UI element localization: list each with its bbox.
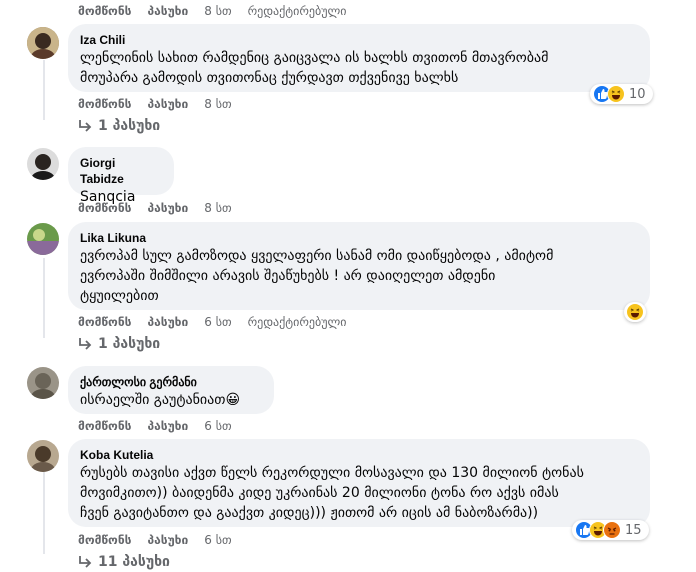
edited-label: რედაქტირებული — [247, 315, 347, 329]
reply-link[interactable]: პასუხი — [147, 533, 188, 547]
avatar[interactable] — [27, 223, 59, 255]
thread-line — [43, 60, 45, 120]
comment-text: ლენლინის სახით რამდენიც გაიცვალა ის ხალხ… — [80, 50, 549, 86]
reply-arrow-icon — [79, 556, 92, 568]
replies-count: 11 პასუხი — [98, 554, 170, 570]
like-link[interactable]: მომწონს — [78, 201, 131, 215]
edited-label: რედაქტირებული — [247, 4, 347, 18]
avatar[interactable] — [27, 440, 59, 472]
timestamp[interactable]: 6 სთ — [204, 419, 231, 433]
timestamp[interactable]: 6 სთ — [204, 533, 231, 547]
timestamp[interactable]: 6 სთ — [204, 315, 231, 329]
comment-actions: მომწონს პასუხი 6 სთ — [78, 419, 248, 433]
comment-actions: მომწონს პასუხი 6 სთ რედაქტირებული — [78, 315, 362, 329]
view-replies-link[interactable]: 1 პასუხი — [78, 336, 160, 352]
reply-link[interactable]: პასუხი — [147, 4, 188, 18]
comment-author[interactable]: ქართლოსი გერმანი — [80, 374, 262, 390]
haha-reaction-icon — [626, 303, 644, 321]
like-link[interactable]: მომწონს — [78, 533, 131, 547]
comment-actions: მომწონს პასუხი 8 სთ — [78, 201, 248, 215]
timestamp[interactable]: 8 სთ — [204, 4, 231, 18]
avatar[interactable] — [27, 27, 59, 59]
comment-bubble: Koba Kutelia რუსებს თავისი აქვთ წელს რეკ… — [68, 439, 650, 527]
replies-count: 1 პასუხი — [98, 118, 161, 134]
reply-arrow-icon — [79, 120, 92, 132]
timestamp[interactable]: 8 სთ — [204, 97, 231, 111]
reply-link[interactable]: პასუხი — [147, 315, 188, 329]
like-link[interactable]: მომწონს — [78, 419, 131, 433]
avatar[interactable] — [27, 148, 59, 180]
reply-link[interactable]: პასუხი — [147, 201, 188, 215]
comment-text: ისრაელში გაუტანიათ😀 — [80, 392, 241, 408]
thread-line — [43, 472, 45, 554]
comment-author[interactable]: Giorgi Tabidze — [80, 155, 162, 187]
haha-reaction-icon — [607, 85, 625, 103]
reaction-summary[interactable] — [624, 302, 646, 322]
comment-author[interactable]: Iza Chili — [80, 32, 638, 48]
reaction-summary[interactable]: 15 — [572, 520, 649, 540]
reaction-count: 15 — [625, 522, 642, 538]
thread-line — [43, 258, 45, 338]
timestamp[interactable]: 8 სთ — [204, 201, 231, 215]
reply-link[interactable]: პასუხი — [147, 419, 188, 433]
like-link[interactable]: მომწონს — [78, 97, 131, 111]
comment-text: ევროპამ სულ გამოზოდა ყველაფერი სანამ ომი… — [80, 248, 554, 304]
comment-bubble: Lika Likuna ევროპამ სულ გამოზოდა ყველაფე… — [68, 222, 650, 310]
reply-link[interactable]: პასუხი — [147, 97, 188, 111]
reaction-summary[interactable]: 10 — [590, 84, 653, 104]
replies-count: 1 პასუხი — [98, 336, 161, 352]
reply-arrow-icon — [79, 338, 92, 350]
like-link[interactable]: მომწონს — [78, 4, 131, 18]
comment-text: რუსებს თავისი აქვთ წელს რეკორდული მოსავა… — [80, 465, 584, 521]
view-replies-link[interactable]: 1 პასუხი — [78, 118, 160, 134]
comment-bubble: ქართლოსი გერმანი ისრაელში გაუტანიათ😀 — [68, 366, 274, 414]
angry-reaction-icon — [603, 521, 621, 539]
comment-actions: მომწონს პასუხი 6 სთ — [78, 533, 248, 547]
reaction-count: 10 — [629, 86, 646, 102]
comment-bubble: Iza Chili ლენლინის სახით რამდენიც გაიცვა… — [68, 24, 650, 92]
comment-actions: მომწონს პასუხი 8 სთ რედაქტირებული — [78, 4, 362, 18]
comment-author[interactable]: Koba Kutelia — [80, 447, 638, 463]
view-replies-link[interactable]: 11 პასუხი — [78, 554, 170, 570]
comment-author[interactable]: Lika Likuna — [80, 230, 638, 246]
comment-actions: მომწონს პასუხი 8 სთ — [78, 97, 248, 111]
avatar[interactable] — [27, 367, 59, 399]
comment-bubble: Giorgi Tabidze Sanqcia — [68, 147, 174, 205]
like-link[interactable]: მომწონს — [78, 315, 131, 329]
